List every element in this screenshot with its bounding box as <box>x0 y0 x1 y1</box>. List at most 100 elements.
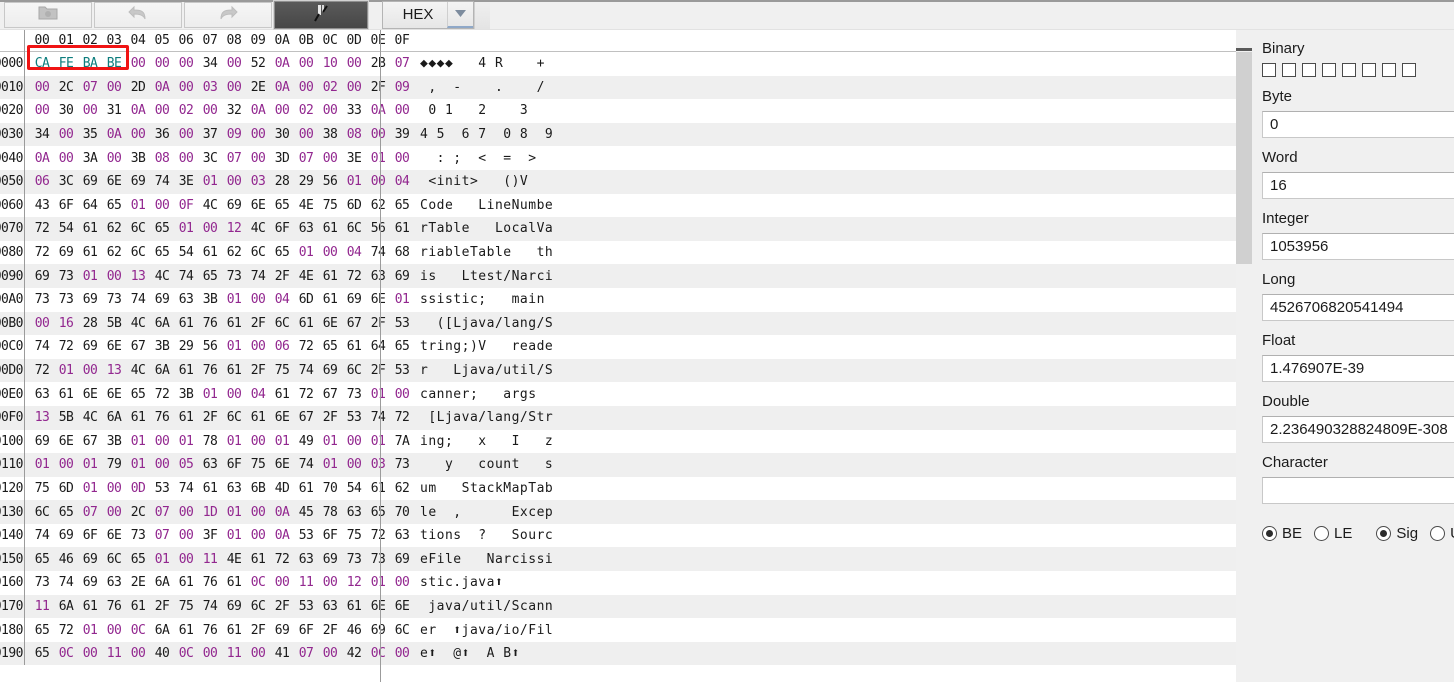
hex-byte[interactable]: 00 <box>246 127 270 142</box>
hex-byte[interactable]: 04 <box>390 174 414 189</box>
ascii-text[interactable]: y count s <box>420 457 553 472</box>
hex-byte[interactable]: 00 <box>342 56 366 71</box>
binary-bit-checkbox[interactable] <box>1362 63 1376 77</box>
binary-bit-checkbox[interactable] <box>1382 63 1396 77</box>
hex-byte[interactable]: 74 <box>126 292 150 307</box>
hex-byte[interactable]: 00 <box>126 646 150 661</box>
hex-byte[interactable]: 33 <box>342 103 366 118</box>
hex-byte[interactable]: 3B <box>174 387 198 402</box>
hex-byte[interactable]: 63 <box>366 269 390 284</box>
hex-byte[interactable]: 76 <box>102 599 126 614</box>
hex-byte[interactable]: 72 <box>342 269 366 284</box>
hex-byte[interactable]: 6F <box>78 528 102 543</box>
hex-byte[interactable]: 69 <box>78 339 102 354</box>
hex-byte[interactable]: 61 <box>222 623 246 638</box>
hex-row[interactable]: 00E063616E6E65723B010004617267730100cann… <box>0 382 1236 406</box>
hex-byte[interactable]: 6C <box>102 552 126 567</box>
hex-byte[interactable]: 56 <box>366 221 390 236</box>
hex-row[interactable]: 0070725461626C650100124C6F63616C5661rTab… <box>0 217 1236 241</box>
hex-byte-group[interactable]: 43 6F 64 65 01 00 0F 4C 69 6E 65 4E 75 6D 62 65 <box>25 198 414 213</box>
hex-byte[interactable]: 67 <box>342 316 366 331</box>
hex-byte[interactable]: 67 <box>294 410 318 425</box>
hex-row[interactable]: 0190650C001100400C001100410700420C00e⬆ @… <box>0 641 1236 666</box>
hex-byte[interactable]: 74 <box>30 528 54 543</box>
hex-byte[interactable]: 1D <box>198 505 222 520</box>
hex-byte[interactable]: FE <box>54 56 78 71</box>
hex-byte[interactable]: 2F <box>366 316 390 331</box>
hex-byte[interactable]: 0D <box>126 481 150 496</box>
hex-byte[interactable]: 6E <box>102 174 126 189</box>
radio-signed[interactable]: Sig <box>1376 525 1418 542</box>
hex-byte[interactable]: 69 <box>342 292 366 307</box>
hex-byte[interactable]: 69 <box>30 434 54 449</box>
hex-byte[interactable]: 65 <box>54 505 78 520</box>
hex-byte[interactable]: 00 <box>54 457 78 472</box>
hex-byte[interactable]: 00 <box>174 127 198 142</box>
hex-byte[interactable]: 01 <box>150 552 174 567</box>
hex-byte[interactable]: 6C <box>246 245 270 260</box>
hex-byte[interactable]: 07 <box>150 505 174 520</box>
hex-byte[interactable]: 65 <box>270 245 294 260</box>
hex-byte[interactable]: 6E <box>102 387 126 402</box>
hex-byte[interactable]: 01 <box>366 151 390 166</box>
hex-byte[interactable]: 6E <box>246 198 270 213</box>
hex-byte[interactable]: 74 <box>150 174 174 189</box>
hex-byte[interactable]: 00 <box>174 552 198 567</box>
hex-rows[interactable]: 0000CAFEBABE0000003400520A0010002B07◆◆◆◆… <box>0 52 1236 666</box>
hex-byte[interactable]: 06 <box>270 339 294 354</box>
ascii-text[interactable]: 0 1 2 3 <box>420 103 553 118</box>
binary-bit-checkbox[interactable] <box>1402 63 1416 77</box>
hex-byte[interactable]: 00 <box>270 575 294 590</box>
ascii-text[interactable]: eFile Narcissi <box>420 552 553 567</box>
hex-byte[interactable]: 6A <box>150 623 174 638</box>
hex-row[interactable]: 0170116A6176612F7574696C2F5363616E6E jav… <box>0 594 1236 619</box>
hex-byte[interactable]: 4C <box>78 410 102 425</box>
hex-byte[interactable]: 67 <box>126 339 150 354</box>
hex-byte[interactable]: 00 <box>198 103 222 118</box>
redo-button[interactable] <box>184 1 272 28</box>
ascii-text[interactable]: tions ? Sourc <box>420 528 553 543</box>
hex-byte[interactable]: 75 <box>318 198 342 213</box>
hex-byte[interactable]: 74 <box>366 245 390 260</box>
hex-byte[interactable]: 53 <box>390 363 414 378</box>
hex-byte[interactable]: 00 <box>246 339 270 354</box>
hex-byte[interactable]: 63 <box>342 505 366 520</box>
hex-byte[interactable]: 62 <box>102 245 126 260</box>
hex-byte[interactable]: 69 <box>318 552 342 567</box>
word-field[interactable]: 16 <box>1262 172 1454 199</box>
ascii-text[interactable]: 4 5 6 7 0 8 9 <box>420 127 553 142</box>
hex-byte[interactable]: 63 <box>222 481 246 496</box>
ascii-text[interactable]: <init> ()V <box>420 174 553 189</box>
hex-byte[interactable]: 65 <box>270 198 294 213</box>
hex-row[interactable]: 0050063C696E69743E010003282956010004 <in… <box>0 169 1236 194</box>
hex-byte[interactable]: 12 <box>222 221 246 236</box>
hex-byte[interactable]: 00 <box>102 623 126 638</box>
hex-byte[interactable]: BE <box>102 56 126 71</box>
hex-byte[interactable]: 0A <box>270 80 294 95</box>
hex-byte[interactable]: 16 <box>54 316 78 331</box>
hex-byte[interactable]: 61 <box>174 363 198 378</box>
vertical-scrollbar[interactable] <box>1236 52 1252 682</box>
hex-byte[interactable]: 46 <box>342 623 366 638</box>
hex-byte[interactable]: 61 <box>294 316 318 331</box>
hex-byte[interactable]: 01 <box>390 292 414 307</box>
hex-byte[interactable]: 2F <box>318 410 342 425</box>
hex-byte[interactable]: 62 <box>222 245 246 260</box>
hex-byte-group[interactable]: 00 16 28 5B 4C 6A 61 76 61 2F 6C 61 6E 67 2F 53 <box>25 316 414 331</box>
hex-byte[interactable]: 00 <box>174 80 198 95</box>
hex-byte[interactable]: 53 <box>294 599 318 614</box>
ascii-text[interactable]: is Ltest/Narci <box>420 269 553 284</box>
hex-byte[interactable]: 11 <box>222 646 246 661</box>
hex-byte[interactable]: 72 <box>54 623 78 638</box>
hex-byte[interactable]: 01 <box>222 339 246 354</box>
hex-byte[interactable]: 65 <box>30 646 54 661</box>
hex-byte-group[interactable]: 65 0C 00 11 00 40 0C 00 11 00 41 07 00 42 0C 00 <box>25 646 414 661</box>
hex-byte[interactable]: 00 <box>102 481 126 496</box>
hex-byte[interactable]: 6B <box>246 481 270 496</box>
hex-byte[interactable]: 4C <box>126 316 150 331</box>
byte-field[interactable]: 0 <box>1262 111 1454 138</box>
hex-byte[interactable]: 0A <box>270 56 294 71</box>
hex-byte[interactable]: 63 <box>294 221 318 236</box>
ascii-text[interactable]: e⬆ @⬆ A B⬆ <box>420 646 528 661</box>
radio-be-indicator[interactable] <box>1262 525 1277 541</box>
